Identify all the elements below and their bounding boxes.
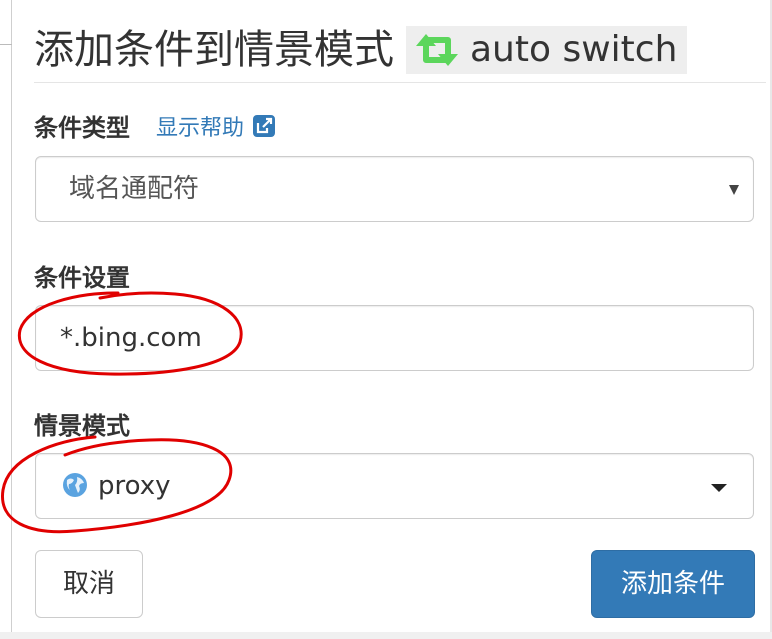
- globe-icon: [63, 473, 87, 497]
- condition-pattern-value: *.bing.com: [60, 323, 202, 353]
- condition-pattern-input[interactable]: *.bing.com: [35, 305, 754, 371]
- background-page-edge: [0, 0, 12, 639]
- profile-label: 情景模式: [34, 412, 130, 440]
- cancel-button[interactable]: 取消: [35, 550, 143, 618]
- profile-chip: auto switch: [406, 26, 688, 74]
- select-arrow-icon: [729, 185, 739, 195]
- add-condition-dialog: 添加条件到情景模式 auto switch 条件类型 显示帮助 域名通配符 条件…: [12, 0, 768, 632]
- profile-value: proxy: [98, 471, 171, 501]
- show-help-link[interactable]: 显示帮助: [156, 110, 276, 142]
- condition-type-label: 条件类型: [34, 114, 130, 142]
- title-divider: [34, 82, 766, 83]
- add-condition-button[interactable]: 添加条件: [591, 550, 755, 618]
- external-link-icon[interactable]: [252, 114, 276, 138]
- dialog-title: 添加条件到情景模式 auto switch: [34, 22, 688, 78]
- profile-select[interactable]: proxy: [35, 453, 754, 519]
- retweet-icon: [416, 34, 458, 66]
- background-page-edge-bottom: [0, 632, 772, 639]
- dialog-title-text: 添加条件到情景模式: [34, 27, 394, 73]
- background-divider: [0, 44, 12, 45]
- condition-type-select[interactable]: 域名通配符: [35, 156, 754, 222]
- caret-down-icon: [711, 484, 727, 492]
- show-help-text[interactable]: 显示帮助: [156, 110, 244, 142]
- condition-settings-label: 条件设置: [34, 264, 130, 292]
- profile-name: auto switch: [470, 29, 678, 70]
- condition-type-value: 域名通配符: [69, 174, 200, 204]
